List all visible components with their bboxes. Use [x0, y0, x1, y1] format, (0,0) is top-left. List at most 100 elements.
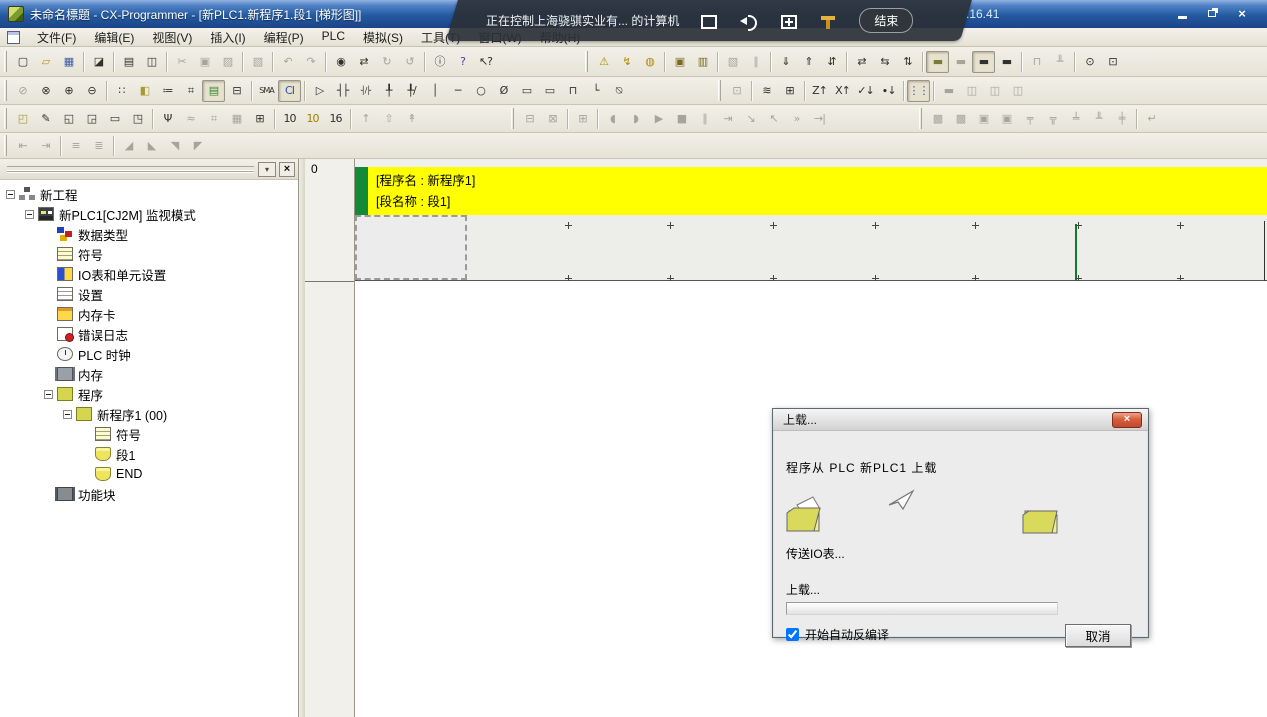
restore-button[interactable] [1201, 6, 1223, 21]
tile-vertical-button[interactable]: ◲ [80, 108, 103, 130]
mnemonic-view-button[interactable]: SMA [255, 80, 278, 102]
display-hex-button[interactable]: 16 [324, 108, 347, 130]
tree-item-6[interactable]: 内存卡 [0, 304, 298, 324]
line-connector-button[interactable]: └ [584, 80, 607, 102]
cascade-windows-button[interactable]: ◰ [11, 108, 34, 130]
display-signed-decimal-button[interactable]: 10 [301, 108, 324, 130]
work-online-simulator-button[interactable]: ◍ [638, 51, 661, 73]
menu-item-1[interactable]: 编辑(E) [85, 27, 143, 48]
menu-item-3[interactable]: 插入(I) [201, 27, 254, 48]
compile-program-button[interactable]: ◪ [87, 51, 110, 73]
tile-horizontal-button[interactable]: ◱ [57, 108, 80, 130]
time-chart-monitor-button[interactable]: ⊞ [778, 80, 801, 102]
new-closed-or-contact-button[interactable]: ╀/ [400, 80, 423, 102]
compare-with-plc-button[interactable]: ⇵ [820, 51, 843, 73]
window-properties-button[interactable]: ◳ [126, 108, 149, 130]
new-closed-contact-button[interactable]: ┤/├ [354, 80, 377, 102]
io-comment-view-button[interactable]: ⌗ [179, 80, 202, 102]
tree-item-8[interactable]: PLC 时钟 [0, 344, 298, 364]
sort-symbols-used-button[interactable]: ✓↓ [854, 80, 877, 102]
upload-dialog-titlebar[interactable]: 上载... × [773, 409, 1148, 431]
tree-item-3[interactable]: 符号 [0, 244, 298, 264]
menu-item-2[interactable]: 视图(V) [143, 27, 201, 48]
menu-item-5[interactable]: PLC [313, 27, 354, 48]
tree-expander[interactable] [6, 190, 15, 199]
new-closed-coil-button[interactable]: Ø [492, 80, 515, 102]
grid-toggle-button[interactable]: ∷ [110, 80, 133, 102]
workspace-dropdown[interactable]: ▾ [258, 162, 276, 177]
tree-item-9[interactable]: 内存 [0, 364, 298, 384]
tree-item-14[interactable]: END [0, 464, 298, 484]
sort-symbols-comment-button[interactable]: ∙↓ [877, 80, 900, 102]
sort-symbols-address-button[interactable]: X↑ [831, 80, 854, 102]
select-mode-button[interactable]: ▷ [308, 80, 331, 102]
tool-icon[interactable] [819, 13, 837, 31]
sort-symbols-name-button[interactable]: Z↑ [808, 80, 831, 102]
set-password-button[interactable]: ⊙ [1078, 51, 1101, 73]
help-button[interactable]: ? [451, 51, 474, 73]
menu-item-0[interactable]: 文件(F) [28, 27, 85, 48]
find-button[interactable]: ◉ [329, 51, 352, 73]
context-help-button[interactable]: ↖? [474, 51, 497, 73]
new-or-contact-button[interactable]: ╀ [377, 80, 400, 102]
online-edit-send-button[interactable]: ⇆ [873, 51, 896, 73]
vertical-line-button[interactable]: │ [423, 80, 446, 102]
tree-expander[interactable] [25, 210, 34, 219]
ladder-cursor-cell[interactable] [355, 215, 467, 280]
object-browser-button[interactable]: ⋮⋮ [907, 80, 930, 102]
new-inverted-function-button[interactable]: ▭ [538, 80, 561, 102]
zoom-custom-button[interactable]: ⊗ [34, 80, 57, 102]
tree-item-7[interactable]: 错误日志 [0, 324, 298, 344]
tree-item-13[interactable]: 段1 [0, 444, 298, 464]
minimize-button[interactable] [1171, 6, 1193, 21]
memory-window-1-button[interactable]: ▬ [926, 51, 949, 73]
new-instruction-button[interactable]: ⊓ [561, 80, 584, 102]
program-mode-button[interactable]: ▣ [668, 51, 691, 73]
new-contact-button[interactable]: ┤├ [331, 80, 354, 102]
save-project-button[interactable]: ▦ [57, 51, 80, 73]
binary-monitor-button[interactable]: ⊞ [248, 108, 271, 130]
auto-decompile-checkbox[interactable] [786, 628, 799, 641]
work-online-button[interactable]: ↯ [615, 51, 638, 73]
watch-window-button[interactable]: ≔ [156, 80, 179, 102]
tree-item-12[interactable]: 符号 [0, 424, 298, 444]
comment-instruction-view-button[interactable]: CI [278, 80, 301, 102]
add-window-icon[interactable] [781, 15, 797, 29]
about-button[interactable]: ⓘ [428, 51, 451, 73]
transfer-from-plc-button[interactable]: ⇑ [797, 51, 820, 73]
tree-item-15[interactable]: 功能块 [0, 484, 298, 504]
tree-item-0[interactable]: 新工程 [0, 184, 298, 204]
open-project-button[interactable]: ▱ [34, 51, 57, 73]
debug-mode-button[interactable]: ▥ [691, 51, 714, 73]
zoom-out-button[interactable]: ⊖ [80, 80, 103, 102]
rung-comment-view-button[interactable]: ▤ [202, 80, 225, 102]
print-button[interactable]: ▤ [117, 51, 140, 73]
online-edit-cancel-button[interactable]: ⇅ [896, 51, 919, 73]
end-session-button[interactable]: 结束 [859, 8, 913, 33]
tree-item-5[interactable]: 设置 [0, 284, 298, 304]
zoom-in-button[interactable]: ⊕ [57, 80, 80, 102]
differential-monitor-button[interactable]: ≋ [755, 80, 778, 102]
release-password-button[interactable]: ⊡ [1101, 51, 1124, 73]
horizontal-line-button[interactable]: ─ [446, 80, 469, 102]
cross-reference-button[interactable]: Ψ [156, 108, 179, 130]
transfer-to-plc-button[interactable]: ⇓ [774, 51, 797, 73]
tree-expander[interactable] [44, 390, 53, 399]
replace-button[interactable]: ⇄ [352, 51, 375, 73]
menu-item-4[interactable]: 编程(P) [255, 27, 313, 48]
new-coil-button[interactable]: ○ [469, 80, 492, 102]
delete-line-button[interactable]: ⍉ [607, 80, 630, 102]
print-preview-button[interactable]: ◫ [140, 51, 163, 73]
tree-item-1[interactable]: 新PLC1[CJ2M] 监视模式 [0, 204, 298, 224]
memory-window-3-button[interactable]: ▬ [972, 51, 995, 73]
memory-window-4-button[interactable]: ▬ [995, 51, 1018, 73]
workspace-grip[interactable] [7, 166, 254, 172]
tree-item-2[interactable]: 数据类型 [0, 224, 298, 244]
tree-item-10[interactable]: 程序 [0, 384, 298, 404]
tree-expander[interactable] [63, 410, 72, 419]
upload-dialog-close-button[interactable]: × [1112, 412, 1142, 428]
new-plc-function-button[interactable]: ▭ [515, 80, 538, 102]
tree-item-4[interactable]: IO表和单元设置 [0, 264, 298, 284]
symbol-editor-button[interactable]: ◧ [133, 80, 156, 102]
display-decimal-button[interactable]: 10 [278, 108, 301, 130]
